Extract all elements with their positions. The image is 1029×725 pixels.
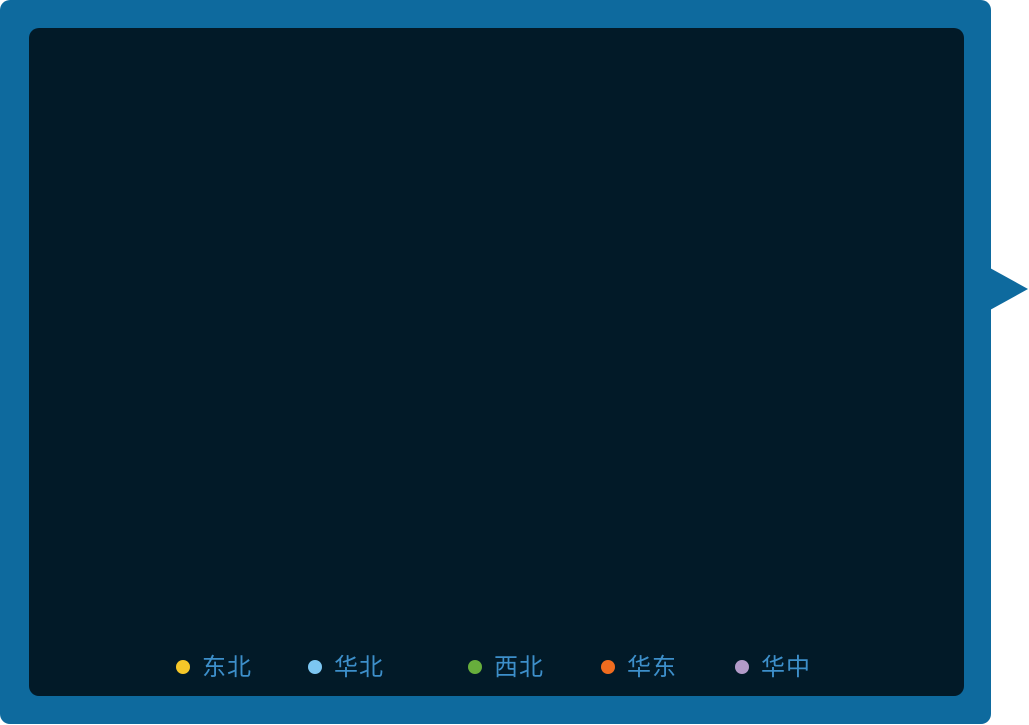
legend-label-east-china: 华东: [627, 653, 677, 681]
popup-container: 东北 华北 西北 华东 华中: [0, 0, 1029, 725]
legend-label-central-china: 华中: [761, 653, 811, 681]
popup-pointer: [990, 268, 1028, 310]
legend-item-north-china[interactable]: 华北: [308, 650, 384, 684]
legend-dot-northwest: [468, 660, 482, 674]
legend-dot-northeast: [176, 660, 190, 674]
legend-item-central-china[interactable]: 华中: [735, 650, 811, 684]
legend-item-northeast[interactable]: 东北: [176, 650, 252, 684]
legend-dot-north-china: [308, 660, 322, 674]
legend-label-northeast: 东北: [202, 653, 252, 681]
legend-dot-central-china: [735, 660, 749, 674]
legend-item-northwest[interactable]: 西北: [468, 650, 544, 684]
legend-item-east-china[interactable]: 华东: [601, 650, 677, 684]
chart-legend: 东北 华北 西北 华东 华中: [29, 650, 964, 684]
legend-label-north-china: 华北: [334, 653, 384, 681]
chart-panel: 东北 华北 西北 华东 华中: [29, 28, 964, 696]
legend-label-northwest: 西北: [494, 653, 544, 681]
legend-dot-east-china: [601, 660, 615, 674]
